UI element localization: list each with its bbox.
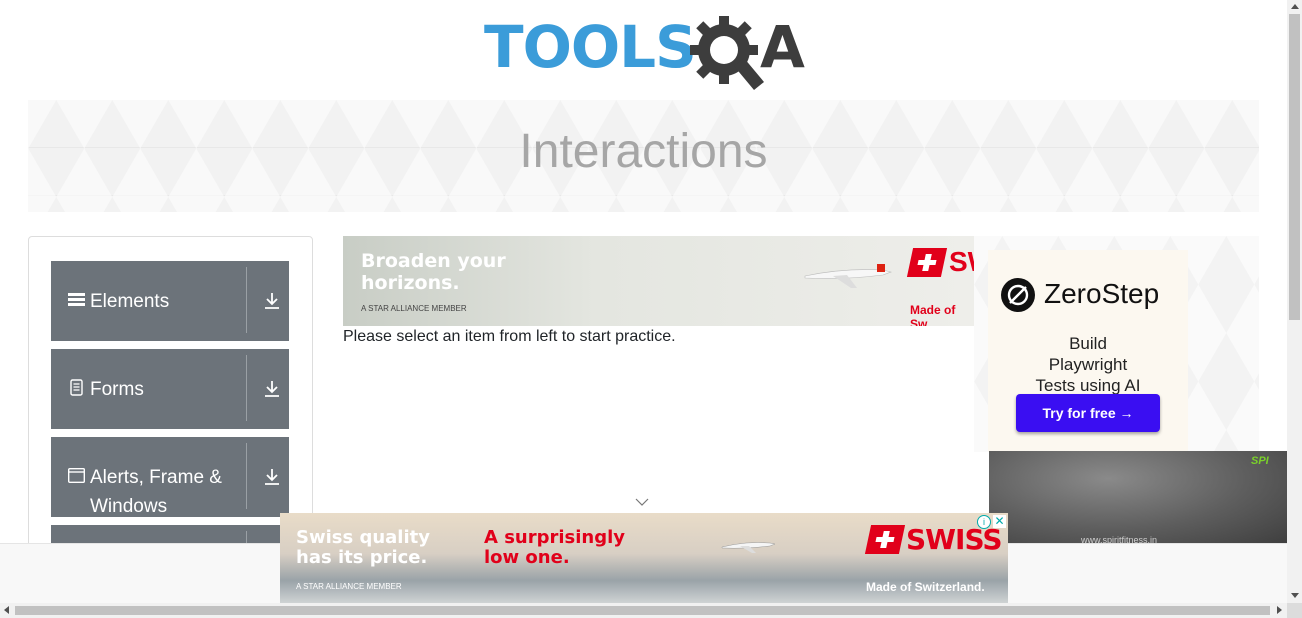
video-ad[interactable]: SPI www.spiritfitness.in bbox=[989, 451, 1287, 545]
group-label: Elements bbox=[90, 291, 170, 312]
zerostep-headline: Build Playwright Tests using AI bbox=[1035, 334, 1141, 395]
download-arrow-icon[interactable] bbox=[263, 292, 281, 310]
scrollbar-corner bbox=[1287, 603, 1302, 618]
ad-tagline: Made of Sw bbox=[910, 303, 956, 326]
hamburger-icon bbox=[68, 293, 85, 306]
ad-close-icon[interactable]: ✕ bbox=[993, 515, 1006, 528]
divider bbox=[246, 355, 247, 421]
page-title: Interactions bbox=[519, 125, 768, 178]
ad-brand: SW bbox=[949, 246, 974, 277]
left-panel: Elements Forms Alerts, Frame & Windows bbox=[28, 236, 313, 558]
zerostep-card: ZeroStep Build Playwright Tests using AI… bbox=[988, 250, 1188, 452]
gear-magnifier-icon bbox=[690, 16, 764, 90]
toolsqa-logo[interactable]: TOOLS A bbox=[484, 14, 806, 92]
download-arrow-icon[interactable] bbox=[263, 468, 281, 486]
ad-info-icon[interactable]: i bbox=[977, 515, 991, 529]
document-icon bbox=[70, 379, 83, 396]
ad-headline-right: A surprisingly low one. bbox=[484, 527, 626, 568]
divider bbox=[246, 267, 247, 333]
instruction-text: Please select an item from left to start… bbox=[343, 328, 676, 345]
scroll-right-icon[interactable] bbox=[1277, 606, 1282, 614]
ad-banner-top[interactable]: Broaden your horizons. A STAR ALLIANCE M… bbox=[343, 236, 974, 326]
swiss-flag-icon bbox=[906, 248, 948, 277]
swiss-flag-icon bbox=[864, 525, 906, 554]
horizontal-scroll-thumb[interactable] bbox=[15, 606, 1270, 615]
ad-banner-bottom[interactable]: Swiss quality has its price. A surprisin… bbox=[280, 513, 1008, 603]
zerostep-logo-icon bbox=[1001, 278, 1035, 312]
divider bbox=[246, 443, 247, 509]
logo-text-a: A bbox=[760, 13, 805, 81]
logo-text-tools: TOOLS bbox=[484, 13, 697, 81]
scroll-down-icon[interactable] bbox=[1291, 593, 1299, 598]
group-label: Forms bbox=[90, 379, 144, 400]
ad-tagline: Made of Switzerland. bbox=[866, 580, 985, 594]
group-label: Alerts, Frame & Windows bbox=[90, 467, 222, 517]
download-arrow-icon[interactable] bbox=[263, 380, 281, 398]
page-banner: Interactions bbox=[28, 100, 1259, 212]
scroll-up-icon[interactable] bbox=[1291, 4, 1299, 9]
zerostep-brand: ZeroStep bbox=[1044, 278, 1160, 309]
ad-alliance: A STAR ALLIANCE MEMBER bbox=[361, 304, 467, 313]
window-icon bbox=[68, 468, 85, 483]
ad-headline-left: Swiss quality has its price. bbox=[296, 527, 430, 568]
airplane-icon bbox=[804, 264, 893, 288]
airplane-icon bbox=[721, 542, 776, 553]
vertical-scroll-thumb[interactable] bbox=[1289, 14, 1300, 320]
group-elements[interactable]: Elements bbox=[51, 261, 289, 341]
ad-zerostep[interactable]: ZeroStep Build Playwright Tests using AI… bbox=[974, 236, 1259, 452]
group-alerts-frame-windows[interactable]: Alerts, Frame & Windows bbox=[51, 437, 289, 517]
ad-alliance: A STAR ALLIANCE MEMBER bbox=[296, 582, 402, 591]
video-brand: SPI bbox=[1251, 455, 1269, 467]
horizontal-scrollbar[interactable] bbox=[0, 603, 1287, 618]
scroll-left-icon[interactable] bbox=[4, 606, 9, 614]
ad-headline: Broaden your horizons. bbox=[361, 250, 506, 294]
group-forms[interactable]: Forms bbox=[51, 349, 289, 429]
chevron-down-icon[interactable] bbox=[635, 497, 649, 507]
try-for-free-button[interactable]: Try for free → bbox=[1016, 394, 1160, 432]
vertical-scrollbar[interactable] bbox=[1287, 0, 1302, 603]
